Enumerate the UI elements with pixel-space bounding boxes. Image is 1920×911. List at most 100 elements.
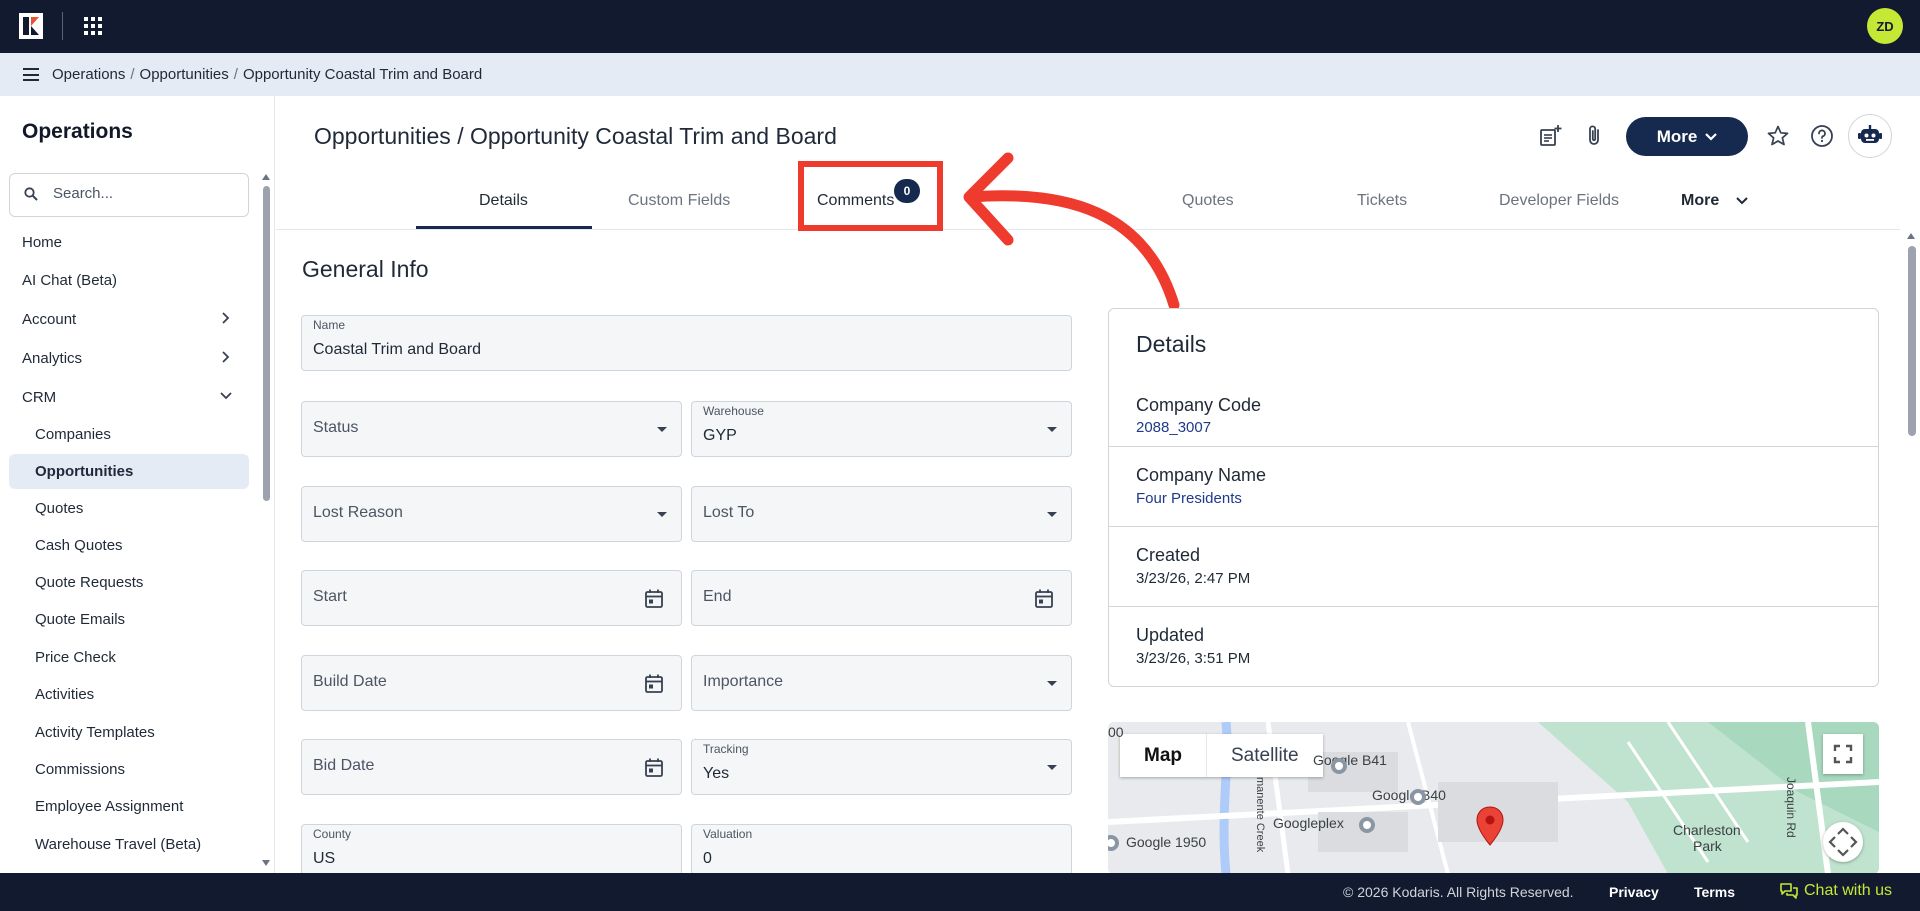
start-date-field[interactable]: Start: [301, 570, 682, 626]
lost-to-placeholder: Lost To: [703, 504, 755, 521]
chat-icon: [1780, 883, 1798, 899]
sidebar-scrollbar[interactable]: [263, 186, 270, 501]
breadcrumb-opportunities[interactable]: Opportunities: [140, 66, 229, 83]
sidebar-item-home[interactable]: Home: [22, 234, 62, 251]
help-icon[interactable]: [1810, 124, 1834, 148]
breadcrumb-separator: /: [233, 66, 238, 83]
sidebar-item-employee-assignment[interactable]: Employee Assignment: [35, 798, 183, 815]
calendar-icon[interactable]: [1035, 589, 1053, 608]
map-marker-icon[interactable]: [1476, 806, 1504, 846]
start-placeholder: Start: [313, 588, 347, 605]
detail-label: Company Name: [1136, 465, 1267, 485]
attachment-icon[interactable]: [1582, 124, 1606, 148]
detail-label: Created: [1136, 545, 1201, 565]
main-scrollbar[interactable]: [1908, 246, 1916, 436]
more-button-label: More: [1656, 126, 1698, 146]
topbar-divider: [62, 12, 63, 40]
tab-tickets[interactable]: Tickets: [1357, 192, 1407, 210]
importance-select[interactable]: Importance: [691, 655, 1072, 711]
chevron-right-icon[interactable]: [220, 351, 232, 363]
sidebar-item-companies[interactable]: Companies: [35, 426, 111, 443]
detail-value-link[interactable]: Four Presidents: [1136, 490, 1242, 507]
tab-quotes[interactable]: Quotes: [1182, 192, 1234, 210]
sidebar-item-cash-quotes[interactable]: Cash Quotes: [35, 537, 123, 554]
menu-icon[interactable]: [23, 68, 39, 81]
pan-arrows-icon: [1828, 827, 1858, 857]
breadcrumb-operations[interactable]: Operations: [52, 66, 125, 83]
valuation-field[interactable]: Valuation 0: [691, 824, 1072, 880]
lost-to-select[interactable]: Lost To: [691, 486, 1072, 542]
map-label: Google B41: [1313, 752, 1387, 768]
scroll-down-arrow[interactable]: [262, 860, 270, 866]
scroll-up-arrow[interactable]: [262, 174, 270, 180]
star-icon[interactable]: [1766, 124, 1790, 148]
tab-details[interactable]: Details: [479, 192, 528, 210]
fullscreen-button[interactable]: [1823, 734, 1863, 774]
add-note-icon[interactable]: [1538, 124, 1562, 148]
sidebar-item-price-check[interactable]: Price Check: [35, 649, 116, 666]
status-select[interactable]: Status: [301, 401, 682, 457]
avatar[interactable]: ZD: [1867, 8, 1903, 44]
footer-privacy-link[interactable]: Privacy: [1609, 884, 1659, 900]
map-label: Park: [1693, 838, 1722, 854]
map-poi-icon[interactable]: [1330, 757, 1348, 775]
name-field[interactable]: Name Coastal Trim and Board: [301, 315, 1072, 371]
tab-more[interactable]: More: [1681, 192, 1748, 210]
sidebar-item-quotes[interactable]: Quotes: [35, 500, 83, 517]
map-poi-icon[interactable]: [1358, 816, 1376, 834]
calendar-icon[interactable]: [645, 758, 663, 777]
build-date-field[interactable]: Build Date: [301, 655, 682, 711]
detail-value-link[interactable]: 2088_3007: [1136, 419, 1211, 436]
tab-custom-fields[interactable]: Custom Fields: [628, 192, 730, 210]
scroll-up-arrow[interactable]: [1907, 233, 1915, 239]
sidebar-item-opportunities[interactable]: Opportunities: [35, 463, 133, 480]
sidebar-item-ai-chat[interactable]: AI Chat (Beta): [22, 272, 117, 289]
sidebar-item-quote-emails[interactable]: Quote Emails: [35, 611, 125, 628]
build-date-placeholder: Build Date: [313, 673, 387, 690]
sidebar-item-analytics[interactable]: Analytics: [22, 350, 82, 367]
map-type-map[interactable]: Map: [1120, 734, 1207, 777]
dropdown-arrow-icon: [1047, 427, 1057, 432]
search-input[interactable]: [53, 185, 238, 202]
detail-row-updated: Updated 3/23/26, 3:51 PM: [1109, 606, 1878, 686]
map-type-satellite[interactable]: Satellite: [1207, 734, 1323, 777]
end-date-field[interactable]: End: [691, 570, 1072, 626]
map-poi-icon[interactable]: [1409, 788, 1427, 806]
valuation-label: Valuation: [703, 827, 753, 841]
chevron-down-icon[interactable]: [220, 390, 232, 402]
sidebar: Operations Home AI Chat (Beta) Account A…: [0, 96, 275, 873]
dropdown-arrow-icon: [1047, 512, 1057, 517]
chat-with-us-button[interactable]: Chat with us: [1780, 882, 1892, 900]
importance-placeholder: Importance: [703, 673, 784, 690]
apps-grid-icon[interactable]: [84, 17, 104, 37]
ai-assistant-button[interactable]: [1848, 114, 1892, 158]
dropdown-arrow-icon: [1047, 681, 1057, 686]
warehouse-select[interactable]: Warehouse GYP: [691, 401, 1072, 457]
sidebar-item-activities[interactable]: Activities: [35, 686, 94, 703]
bid-date-field[interactable]: Bid Date: [301, 739, 682, 795]
detail-label: Company Code: [1136, 395, 1262, 415]
footer-terms-link[interactable]: Terms: [1694, 884, 1735, 900]
annotation-arrow-icon: [963, 152, 1180, 311]
calendar-icon[interactable]: [645, 589, 663, 608]
detail-value: 3/23/26, 3:51 PM: [1136, 650, 1251, 667]
calendar-icon[interactable]: [645, 674, 663, 693]
kodaris-logo-icon[interactable]: [19, 13, 43, 39]
map-label: Charleston: [1673, 822, 1741, 838]
tracking-select[interactable]: Tracking Yes: [691, 739, 1072, 795]
lost-reason-select[interactable]: Lost Reason: [301, 486, 682, 542]
map-poi-icon[interactable]: [1108, 834, 1120, 852]
more-button[interactable]: More: [1626, 117, 1748, 156]
sidebar-item-warehouse-travel[interactable]: Warehouse Travel (Beta): [35, 836, 201, 853]
sidebar-item-crm[interactable]: CRM: [22, 389, 56, 406]
sidebar-item-quote-requests[interactable]: Quote Requests: [35, 574, 143, 591]
chevron-right-icon[interactable]: [220, 312, 232, 324]
location-map[interactable]: Map Satellite 00 Google B41 Google B40 G…: [1108, 722, 1879, 874]
tab-developer-fields[interactable]: Developer Fields: [1499, 192, 1619, 210]
county-field[interactable]: County US: [301, 824, 682, 880]
name-label: Name: [313, 318, 346, 332]
sidebar-item-activity-templates[interactable]: Activity Templates: [35, 724, 155, 741]
map-pan-control[interactable]: [1823, 822, 1863, 862]
sidebar-item-account[interactable]: Account: [22, 311, 76, 328]
sidebar-item-commissions[interactable]: Commissions: [35, 761, 125, 778]
